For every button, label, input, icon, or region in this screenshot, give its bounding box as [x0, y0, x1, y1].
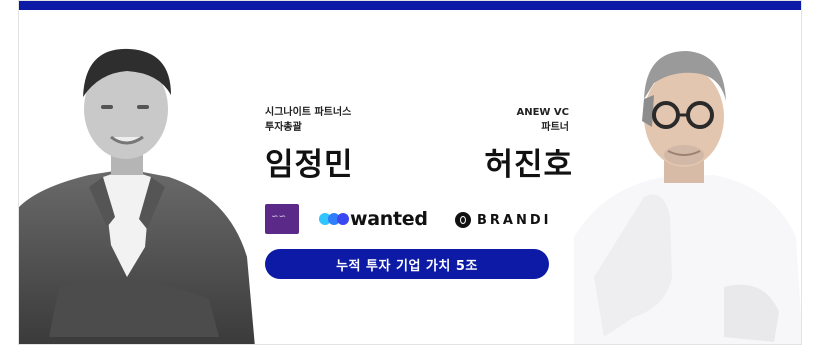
portfolio-value-badge[interactable]: 누적 투자 기업 가치 5조 [265, 249, 549, 279]
wanted-logo: wanted [319, 206, 428, 232]
brandi-logo-text: BRANDI [477, 212, 552, 228]
left-person-role: 시그나이트 파트너스 투자총괄 [265, 105, 351, 135]
left-person-portrait [19, 48, 255, 344]
right-person-role-line2: 파트너 [541, 122, 569, 133]
wanted-logo-text: wanted [350, 208, 428, 230]
left-person-role-line1: 시그나이트 파트너스 [265, 107, 352, 118]
right-person-role: ANEW VC 파트너 [479, 105, 569, 135]
left-person-role-line2: 투자총괄 [265, 122, 302, 133]
brandi-logo-icon [455, 212, 471, 228]
top-accent-bar [19, 1, 801, 10]
left-person-name: 임정민 [265, 147, 354, 183]
right-person-role-line1: ANEW VC [516, 107, 569, 118]
right-person-portrait [574, 51, 801, 344]
right-person-name: 허진호 [484, 147, 573, 183]
wanted-logo-icon [319, 213, 349, 225]
promo-banner: 시그나이트 파트너스 투자총괄 임정민 ANEW VC 파트너 허진호 ∽∽ w… [18, 0, 802, 345]
kakaostyle-logo-icon: ∽∽ [265, 204, 299, 234]
brandi-logo: BRANDI [455, 208, 552, 232]
